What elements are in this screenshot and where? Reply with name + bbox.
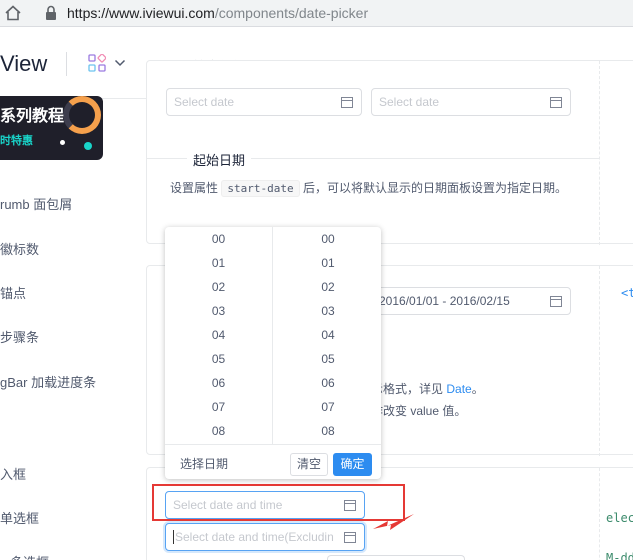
url-field[interactable]: https://www.iviewui.com/components/date-… xyxy=(67,5,368,21)
time-picker-footer: 选择日期 清空 确定 xyxy=(165,444,381,479)
clear-button[interactable]: 清空 xyxy=(290,453,328,476)
minute-option[interactable]: 00 xyxy=(274,227,382,251)
desc-code-start-date: start-date xyxy=(221,180,300,197)
minute-option[interactable]: 03 xyxy=(274,299,382,323)
sidebar-item-loadingbar[interactable]: gBar 加载进度条 xyxy=(0,372,96,391)
datetime-input-placeholder: Select date and time xyxy=(173,498,283,512)
date-input-placeholder: Select date xyxy=(379,95,440,109)
code-snippet: M-dd xyxy=(606,551,633,560)
annotation-arrow-icon xyxy=(373,514,414,530)
hour-option[interactable]: 05 xyxy=(165,347,272,371)
code-panel-divider xyxy=(599,61,600,245)
calendar-icon xyxy=(550,296,562,307)
hour-option[interactable]: 03 xyxy=(165,299,272,323)
promo-dot-decoration xyxy=(84,142,92,150)
hour-option[interactable]: 04 xyxy=(165,323,272,347)
desc-line2-text: 作改变 value 值。 xyxy=(371,404,467,418)
minute-option[interactable]: 06 xyxy=(274,371,382,395)
sidebar: 系列教程 时特惠 rumb 面包屑 徽标数 锚点 步骤条 gBar 加载进度条 … xyxy=(0,96,140,560)
format-description: 示格式，详见 Date。 作改变 value 值。 xyxy=(371,378,591,422)
promo-title: 系列教程 xyxy=(0,108,65,125)
promo-dot-decoration xyxy=(60,140,65,145)
url-host: https://www.iviewui.com xyxy=(67,5,215,21)
datetime-input-excluding[interactable]: Select date and time(Excludin xyxy=(165,523,365,551)
partial-input-below[interactable] xyxy=(327,555,465,560)
promo-subtitle: 时特惠 xyxy=(0,135,33,147)
date-range-value: 2016/01/01 - 2016/02/15 xyxy=(379,294,510,308)
calendar-icon xyxy=(550,97,562,108)
minute-option[interactable]: 01 xyxy=(274,251,382,275)
hour-option[interactable]: 06 xyxy=(165,371,272,395)
code-snippet: <t xyxy=(621,286,633,300)
time-picker-dropdown: 00 01 02 03 04 05 06 07 08 00 01 02 03 04 05 06 07 08 选择… xyxy=(165,227,381,479)
datetime-input-placeholder: Select date and time(Excludin xyxy=(173,530,334,544)
hour-option[interactable]: 00 xyxy=(165,227,272,251)
sidebar-item-badge[interactable]: 徽标数 xyxy=(0,239,39,258)
hour-option[interactable]: 01 xyxy=(165,251,272,275)
browser-address-bar: https://www.iviewui.com/components/date-… xyxy=(0,0,633,27)
section-description: 设置属性 start-date 后，可以将默认显示的日期面板设置为指定日期。 xyxy=(170,177,580,200)
minute-option[interactable]: 08 xyxy=(274,419,382,443)
select-date-link[interactable]: 选择日期 xyxy=(180,455,228,472)
code-panel-divider xyxy=(599,266,600,456)
home-icon[interactable] xyxy=(4,4,22,22)
chevron-down-icon[interactable] xyxy=(114,59,126,67)
sidebar-item-checkbox[interactable]: x 多选框 xyxy=(0,552,49,560)
sidebar-item-steps[interactable]: 步骤条 xyxy=(0,327,39,346)
sidebar-item-anchor[interactable]: 锚点 xyxy=(0,283,26,302)
apps-grid-icon[interactable] xyxy=(88,54,106,72)
calendar-icon xyxy=(344,500,356,511)
example-card-start-date: Select date Select date 起始日期 设置属性 start-… xyxy=(146,60,633,245)
minute-option[interactable]: 07 xyxy=(274,395,382,419)
datetime-input[interactable]: Select date and time xyxy=(165,491,365,519)
date-range-input[interactable]: 2016/01/01 - 2016/02/15 xyxy=(371,287,571,315)
desc-text-post: 后，可以将默认显示的日期面板设置为指定日期。 xyxy=(302,181,567,195)
sidebar-item-radio[interactable]: 单选框 xyxy=(0,508,39,527)
code-snippet: elec xyxy=(606,511,633,525)
code-panel-divider xyxy=(599,468,600,560)
minute-option[interactable]: 04 xyxy=(274,323,382,347)
hour-option[interactable]: 02 xyxy=(165,275,272,299)
promo-banner[interactable]: 系列教程 时特惠 xyxy=(0,96,103,160)
header-divider xyxy=(66,52,67,76)
promo-ring-decoration xyxy=(63,96,101,134)
desc-text-pre: 设置属性 xyxy=(170,181,219,195)
desc-line1-end: 。 xyxy=(471,382,484,396)
calendar-icon xyxy=(344,532,356,543)
date-input-placeholder: Select date xyxy=(174,95,235,109)
minute-option[interactable]: 02 xyxy=(274,275,382,299)
section-title-start-date: 起始日期 xyxy=(187,150,252,169)
minutes-column[interactable]: 00 01 02 03 04 05 06 07 08 xyxy=(274,227,382,444)
sidebar-item-breadcrumb[interactable]: rumb 面包屑 xyxy=(0,194,72,213)
url-path: /components/date-picker xyxy=(214,5,369,21)
date-doc-link[interactable]: Date xyxy=(446,382,471,396)
ok-button[interactable]: 确定 xyxy=(333,453,372,476)
hour-option[interactable]: 08 xyxy=(165,419,272,443)
minute-option[interactable]: 05 xyxy=(274,347,382,371)
date-input-start[interactable]: Select date xyxy=(166,88,362,116)
sidebar-item-input[interactable]: 入框 xyxy=(0,464,26,483)
calendar-icon xyxy=(341,97,353,108)
hour-option[interactable]: 07 xyxy=(165,395,272,419)
hours-column[interactable]: 00 01 02 03 04 05 06 07 08 xyxy=(165,227,273,444)
site-logo[interactable]: View xyxy=(0,51,47,77)
lock-icon[interactable] xyxy=(44,5,58,21)
date-input-end[interactable]: Select date xyxy=(371,88,571,116)
